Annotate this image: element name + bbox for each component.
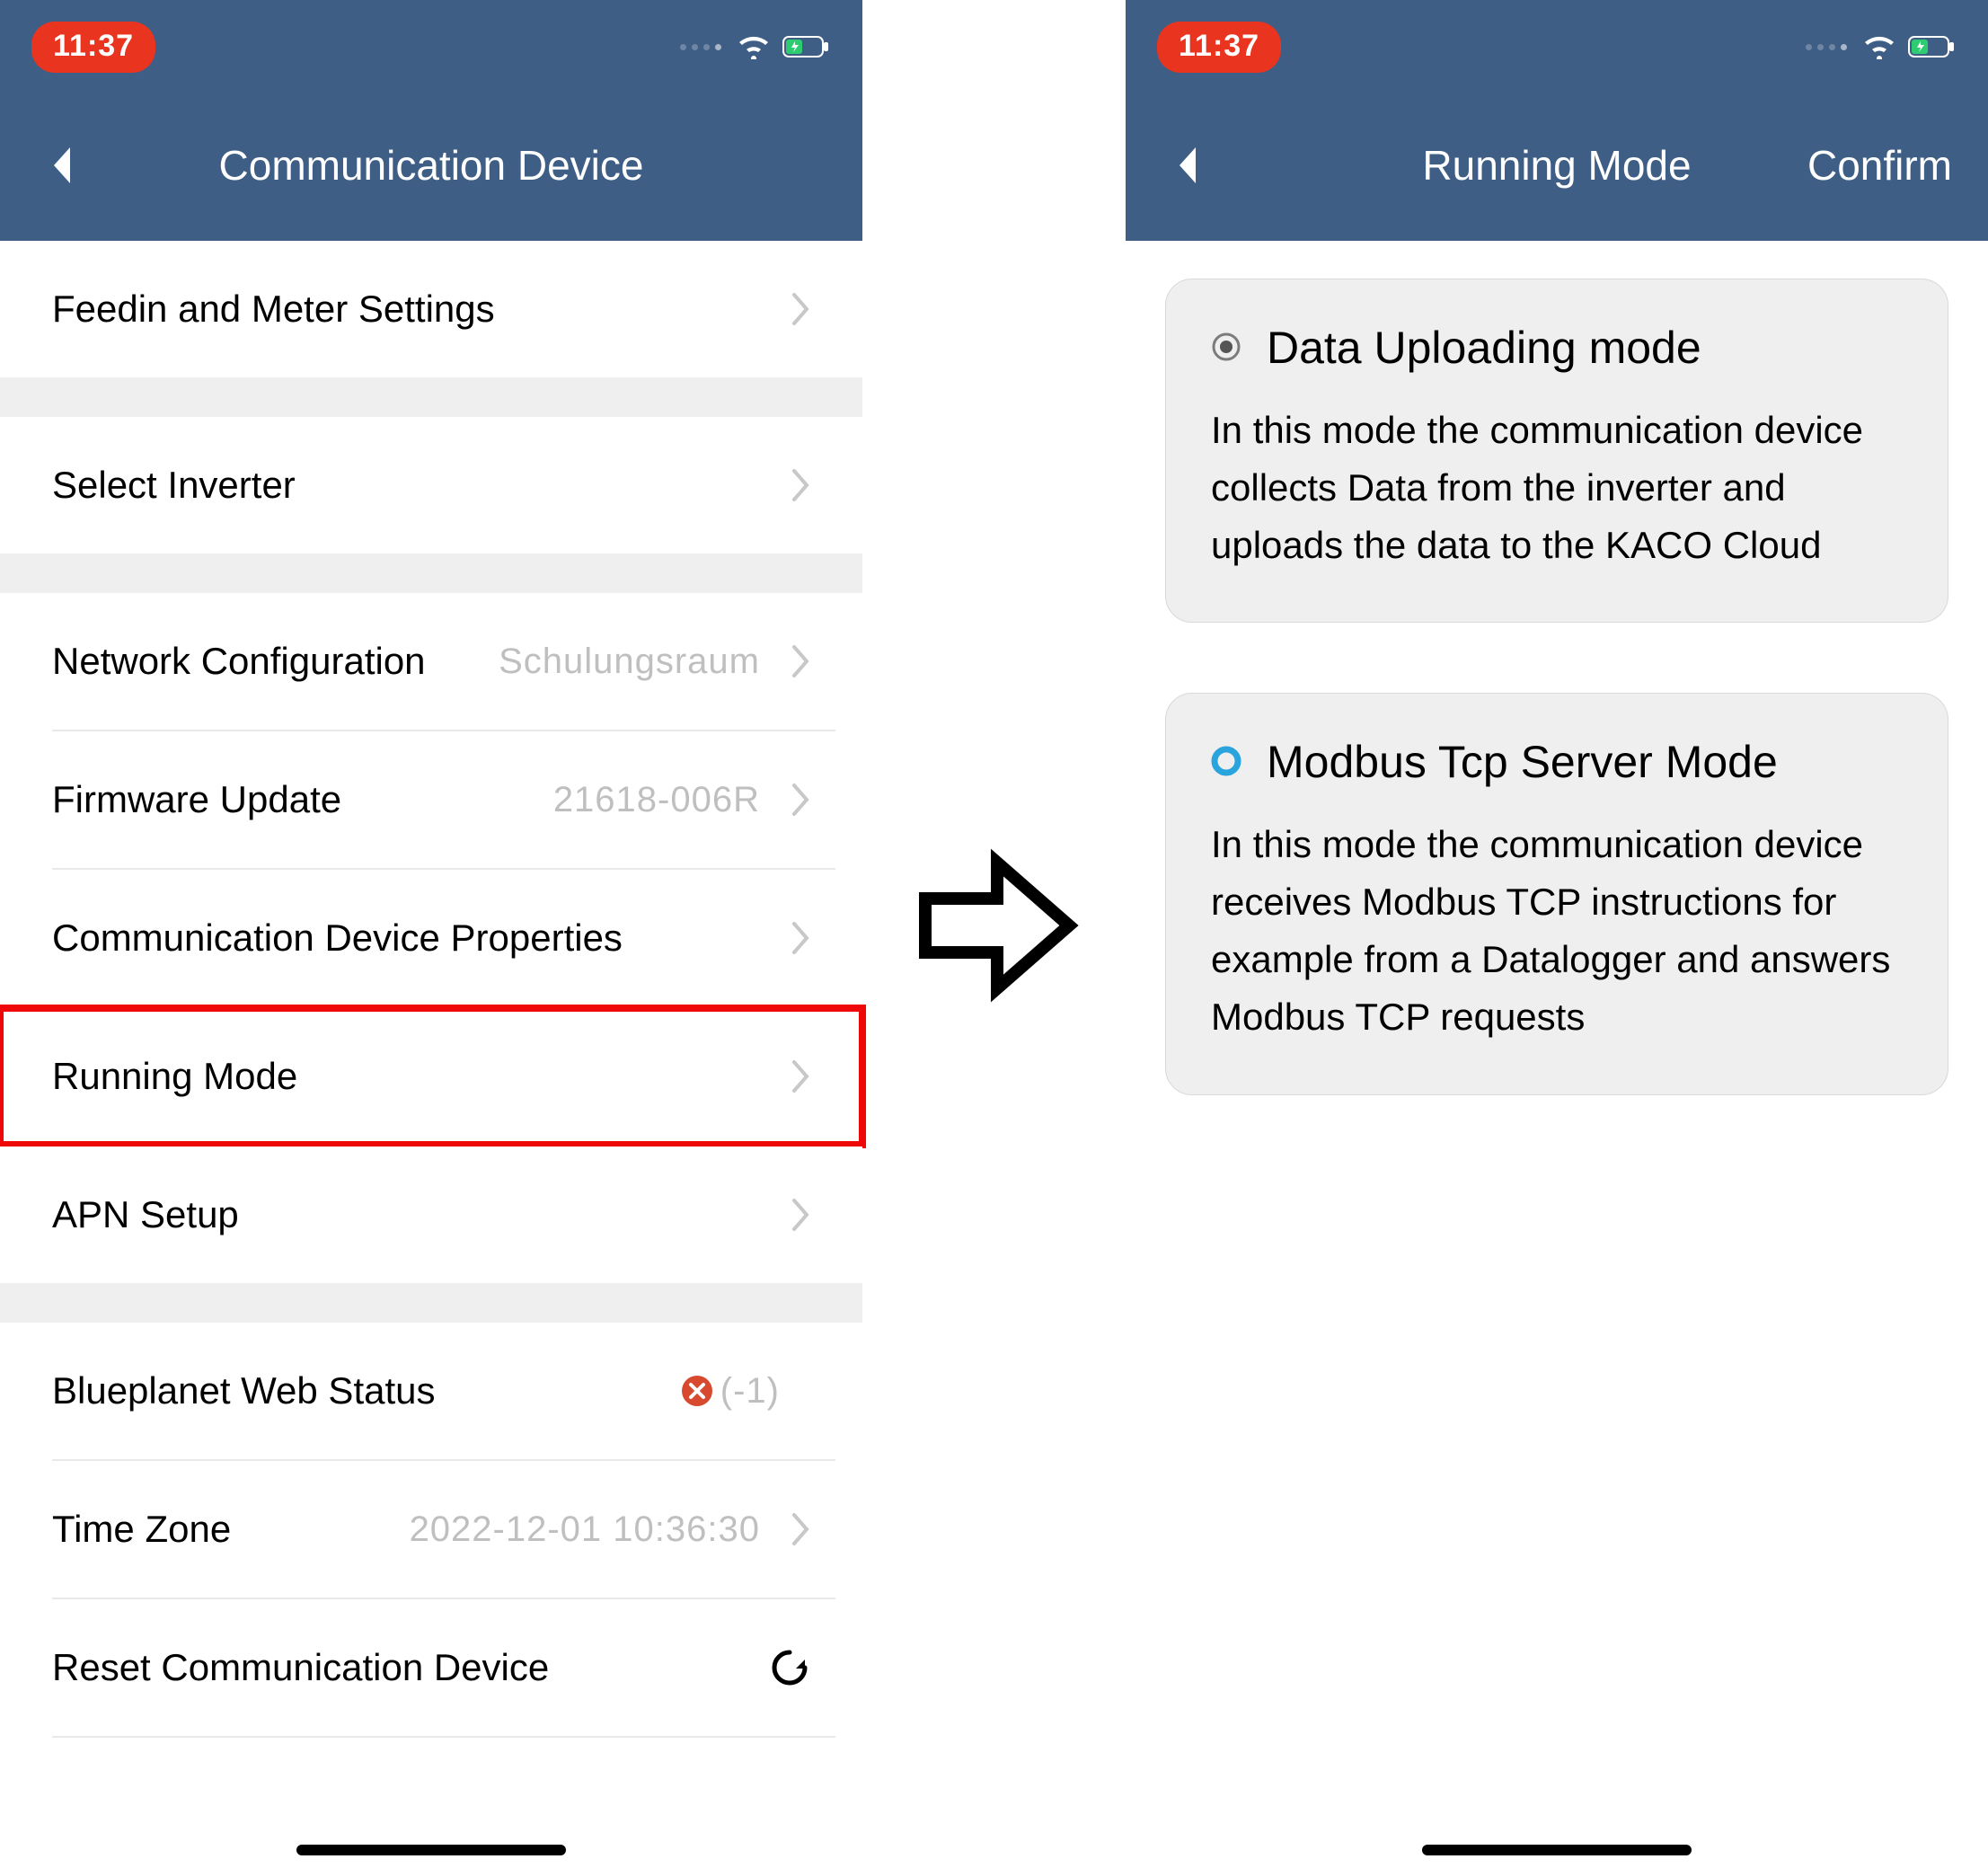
settings-list: Feedin and Meter Settings Select Inverte…	[0, 241, 862, 1868]
row-label: Blueplanet Web Status	[52, 1369, 436, 1412]
row-blueplanet-status[interactable]: Blueplanet Web Status (-1)	[0, 1323, 862, 1459]
row-value: 2022-12-01 10:36:30	[410, 1509, 760, 1550]
wifi-icon	[738, 34, 770, 59]
flow-arrow-icon	[907, 845, 1087, 1006]
status-icons	[1806, 34, 1957, 59]
nav-bar: Communication Device	[0, 90, 862, 241]
battery-icon	[1908, 34, 1957, 59]
status-text: (-1)	[720, 1371, 780, 1412]
status-bar: 11:37	[0, 0, 862, 90]
row-apn-setup[interactable]: APN Setup	[0, 1146, 862, 1283]
row-label: Select Inverter	[52, 464, 296, 507]
row-device-properties[interactable]: Communication Device Properties	[0, 870, 862, 1006]
row-select-inverter[interactable]: Select Inverter	[0, 417, 862, 553]
back-button[interactable]	[1174, 146, 1199, 185]
error-icon	[681, 1375, 713, 1407]
mode-list: Data Uploading mode In this mode the com…	[1126, 241, 1988, 1868]
row-label: Firmware Update	[52, 778, 341, 821]
back-button[interactable]	[49, 146, 74, 185]
nav-bar: Running Mode Confirm	[1126, 90, 1988, 241]
row-label: APN Setup	[52, 1193, 239, 1236]
row-reset-device[interactable]: Reset Communication Device	[0, 1599, 862, 1736]
mode-desc: In this mode the communication device co…	[1211, 402, 1903, 573]
chevron-right-icon	[791, 783, 810, 816]
cell-signal-icon	[680, 44, 721, 50]
row-label: Communication Device Properties	[52, 916, 623, 960]
chevron-right-icon	[791, 1199, 810, 1231]
home-indicator	[296, 1845, 566, 1855]
chevron-right-icon	[791, 1513, 810, 1545]
row-feedin-meter[interactable]: Feedin and Meter Settings	[0, 241, 862, 377]
mode-card-modbus[interactable]: Modbus Tcp Server Mode In this mode the …	[1165, 693, 1948, 1094]
mode-desc: In this mode the communication device re…	[1211, 816, 1903, 1045]
status-time: 11:37	[1157, 22, 1281, 73]
mode-card-data-uploading[interactable]: Data Uploading mode In this mode the com…	[1165, 279, 1948, 623]
refresh-icon[interactable]	[769, 1647, 810, 1688]
home-indicator	[1422, 1845, 1692, 1855]
chevron-right-icon	[791, 1060, 810, 1093]
page-title: Running Mode	[1422, 141, 1691, 190]
row-value: 21618-006R	[553, 780, 760, 820]
radio-unselected-icon[interactable]	[1211, 746, 1241, 776]
row-label: Reset Communication Device	[52, 1646, 549, 1689]
status-icons	[680, 34, 831, 59]
radio-selected-icon[interactable]	[1211, 332, 1241, 362]
row-label: Running Mode	[52, 1055, 297, 1098]
row-time-zone[interactable]: Time Zone 2022-12-01 10:36:30	[0, 1461, 862, 1598]
row-label: Time Zone	[52, 1508, 231, 1551]
mode-title: Data Uploading mode	[1267, 319, 1701, 376]
row-network-configuration[interactable]: Network Configuration Schulungsraum	[0, 593, 862, 730]
row-running-mode[interactable]: Running Mode	[0, 1008, 862, 1145]
confirm-button[interactable]: Confirm	[1807, 141, 1952, 190]
status-bar: 11:37	[1126, 0, 1988, 90]
row-label: Feedin and Meter Settings	[52, 288, 495, 331]
page-title: Communication Device	[219, 141, 644, 190]
row-status: (-1)	[681, 1371, 780, 1412]
chevron-right-icon	[791, 293, 810, 325]
row-firmware-update[interactable]: Firmware Update 21618-006R	[0, 731, 862, 868]
row-value: Schulungsraum	[499, 642, 760, 682]
phone-running-mode: 11:37 Running Mode Confirm	[1126, 0, 1988, 1868]
wifi-icon	[1863, 34, 1895, 59]
row-label: Network Configuration	[52, 640, 426, 683]
mode-title: Modbus Tcp Server Mode	[1267, 733, 1778, 791]
cell-signal-icon	[1806, 44, 1847, 50]
chevron-right-icon	[791, 922, 810, 954]
battery-icon	[782, 34, 831, 59]
phone-communication-device: 11:37 Communication Device Feedin and Me…	[0, 0, 862, 1868]
status-time: 11:37	[31, 22, 155, 73]
chevron-right-icon	[791, 645, 810, 677]
chevron-right-icon	[791, 469, 810, 501]
